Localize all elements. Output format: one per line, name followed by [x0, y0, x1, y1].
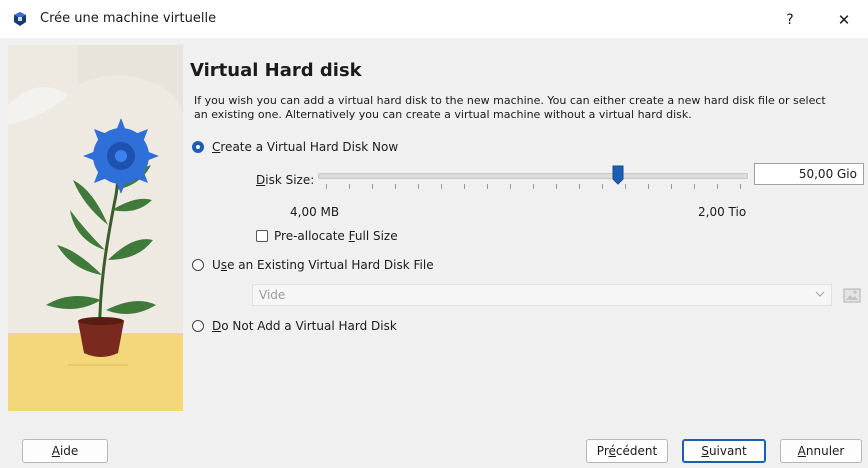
- disk-size-label: Disk Size:: [256, 173, 315, 187]
- preallocate-checkbox[interactable]: [256, 230, 268, 242]
- page-description: If you wish you can add a virtual hard d…: [194, 94, 826, 121]
- min-size-label: 4,00 MB: [290, 205, 340, 219]
- next-button[interactable]: Suivant: [682, 439, 766, 463]
- back-button[interactable]: Précédent: [586, 439, 668, 463]
- slider-ticks: [318, 184, 746, 190]
- help-button[interactable]: Aide: [22, 439, 108, 463]
- create-disk-radio[interactable]: [192, 141, 204, 153]
- do-not-add-radio[interactable]: [192, 320, 204, 332]
- chevron-down-icon: [815, 291, 825, 297]
- preallocate-label[interactable]: Pre-allocate Full Size: [274, 229, 398, 243]
- title-bar: Crée une machine virtuelle ? ✕: [0, 0, 868, 38]
- disk-size-slider-handle[interactable]: [612, 165, 624, 185]
- virtualbox-icon: [14, 12, 26, 26]
- existing-disk-value: Vide: [259, 288, 286, 302]
- create-disk-label[interactable]: Create a Virtual Hard Disk Now: [212, 140, 398, 154]
- disk-size-input[interactable]: 50,00 Gio: [754, 163, 864, 185]
- use-existing-label[interactable]: Use an Existing Virtual Hard Disk File: [212, 258, 434, 272]
- cancel-button[interactable]: Annuler: [780, 439, 862, 463]
- disk-size-slider-track[interactable]: [318, 173, 748, 179]
- choose-disk-file-icon[interactable]: [842, 285, 862, 305]
- existing-disk-select[interactable]: Vide: [252, 284, 832, 306]
- do-not-add-label[interactable]: Do Not Add a Virtual Hard Disk: [212, 319, 397, 333]
- window-title: Crée une machine virtuelle: [40, 11, 217, 26]
- use-existing-radio[interactable]: [192, 259, 204, 271]
- max-size-label: 2,00 Tio: [698, 205, 747, 219]
- close-button[interactable]: ✕: [834, 10, 854, 30]
- plant-illustration: [8, 45, 183, 411]
- page-title: Virtual Hard disk: [190, 60, 362, 81]
- help-title-button[interactable]: ?: [780, 10, 800, 30]
